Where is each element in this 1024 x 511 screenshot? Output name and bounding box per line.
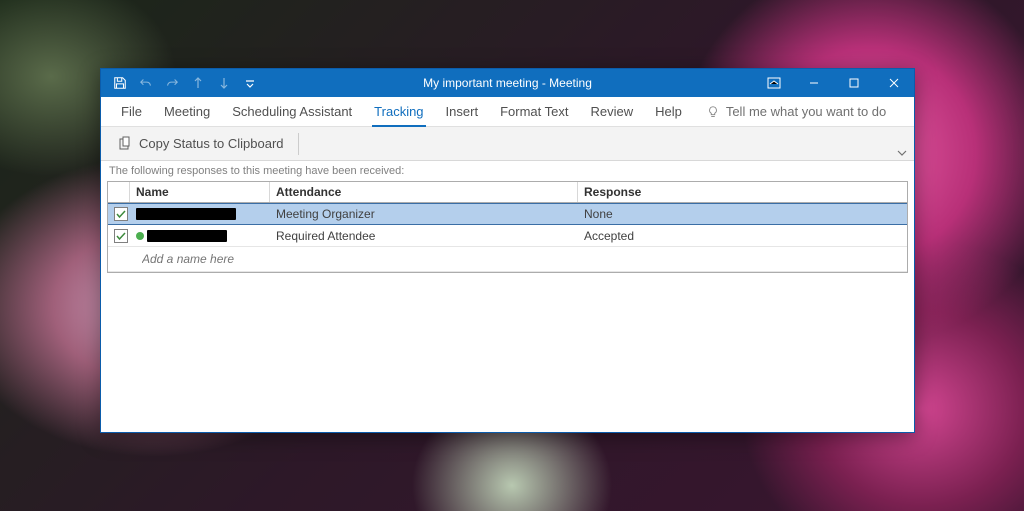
tab-format-text[interactable]: Format Text (490, 100, 578, 123)
redacted-name (147, 230, 227, 242)
response-cell: Accepted (578, 227, 907, 245)
titlebar: My important meeting - Meeting (101, 69, 914, 97)
tab-insert[interactable]: Insert (436, 100, 489, 123)
window-controls (754, 69, 914, 97)
outlook-meeting-window: My important meeting - Meeting File Meet… (100, 68, 915, 433)
tracking-table: Name Attendance Response Meeting Organiz… (107, 181, 908, 273)
undo-icon[interactable] (135, 73, 157, 93)
clipboard-icon (117, 136, 133, 152)
previous-icon[interactable] (187, 73, 209, 93)
tab-help[interactable]: Help (645, 100, 692, 123)
table-header: Name Attendance Response (108, 182, 907, 203)
add-name-input[interactable] (136, 249, 901, 269)
tab-tracking[interactable]: Tracking (364, 100, 433, 123)
attendance-cell: Meeting Organizer (270, 205, 578, 223)
attendance-cell: Required Attendee (270, 227, 578, 245)
table-row[interactable]: Required Attendee Accepted (108, 225, 907, 247)
ribbon-display-options-icon[interactable] (754, 69, 794, 97)
column-attendance[interactable]: Attendance (270, 182, 578, 202)
column-name[interactable]: Name (130, 182, 270, 202)
attendee-name-cell (130, 227, 270, 245)
quick-access-toolbar (101, 73, 261, 93)
window-title: My important meeting - Meeting (423, 76, 592, 90)
tab-file[interactable]: File (111, 100, 152, 123)
redo-icon[interactable] (161, 73, 183, 93)
response-cell: None (578, 205, 907, 223)
save-icon[interactable] (109, 73, 131, 93)
redacted-name (136, 208, 236, 220)
ribbon-separator (298, 133, 299, 155)
copy-status-button[interactable]: Copy Status to Clipboard (109, 132, 292, 156)
presence-icon (136, 232, 144, 240)
tracking-status-text: The following responses to this meeting … (101, 161, 914, 181)
ribbon: Copy Status to Clipboard (101, 127, 914, 161)
lightbulb-icon (706, 105, 720, 119)
copy-status-label: Copy Status to Clipboard (139, 136, 284, 151)
tab-review[interactable]: Review (580, 100, 643, 123)
tracking-table-container: Name Attendance Response Meeting Organiz… (101, 181, 914, 432)
add-attendee-row (108, 247, 907, 272)
tab-scheduling-assistant[interactable]: Scheduling Assistant (222, 100, 362, 123)
checkbox-icon (114, 229, 128, 243)
next-icon[interactable] (213, 73, 235, 93)
tab-meeting[interactable]: Meeting (154, 100, 220, 123)
collapse-ribbon-icon[interactable] (896, 148, 908, 158)
customize-qat-icon[interactable] (239, 73, 261, 93)
ribbon-tabs: File Meeting Scheduling Assistant Tracki… (101, 97, 914, 127)
maximize-button[interactable] (834, 69, 874, 97)
row-checkbox[interactable] (108, 227, 130, 245)
attendee-name-cell (130, 206, 270, 222)
minimize-button[interactable] (794, 69, 834, 97)
tell-me-placeholder: Tell me what you want to do (726, 104, 886, 119)
tell-me-search[interactable]: Tell me what you want to do (706, 104, 886, 119)
row-checkbox[interactable] (108, 205, 130, 223)
table-row[interactable]: Meeting Organizer None (108, 203, 907, 225)
column-response[interactable]: Response (578, 182, 907, 202)
checkbox-icon (114, 207, 128, 221)
close-button[interactable] (874, 69, 914, 97)
column-check[interactable] (108, 182, 130, 202)
